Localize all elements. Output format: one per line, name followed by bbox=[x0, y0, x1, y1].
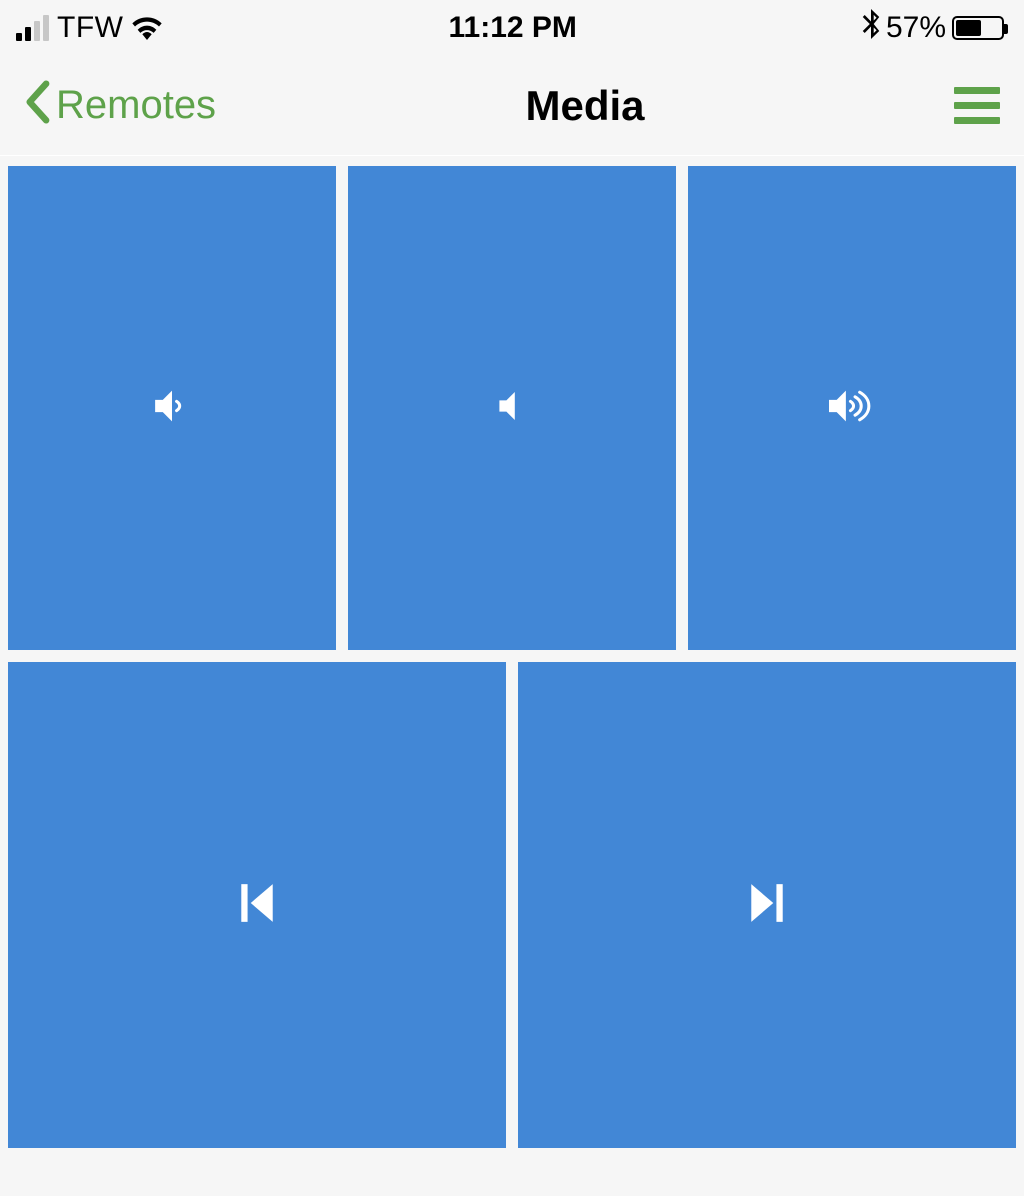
status-bar: TFW 11:12 PM 57% bbox=[0, 0, 1024, 56]
status-left: TFW bbox=[16, 11, 163, 45]
battery-percent-label: 57% bbox=[886, 11, 946, 45]
battery-fill bbox=[956, 20, 981, 36]
page-title: Media bbox=[526, 82, 645, 130]
tile-row-1 bbox=[8, 166, 1016, 650]
battery-icon bbox=[952, 16, 1004, 40]
tile-row-2 bbox=[8, 662, 1016, 1148]
skip-previous-icon bbox=[237, 881, 277, 930]
hamburger-icon bbox=[954, 87, 1000, 94]
skip-next-icon bbox=[747, 881, 787, 930]
volume-low-icon bbox=[149, 383, 195, 434]
volume-down-button[interactable] bbox=[8, 166, 336, 650]
status-time: 11:12 PM bbox=[449, 11, 577, 45]
menu-button[interactable] bbox=[954, 87, 1000, 124]
bluetooth-icon bbox=[862, 9, 880, 47]
volume-up-button[interactable] bbox=[688, 166, 1016, 650]
back-label: Remotes bbox=[56, 83, 216, 128]
volume-mute-icon bbox=[491, 385, 533, 432]
tile-grid bbox=[0, 156, 1024, 1170]
navigation-bar: Remotes Media bbox=[0, 56, 1024, 156]
volume-mute-button[interactable] bbox=[348, 166, 676, 650]
wifi-icon bbox=[131, 16, 163, 40]
back-button[interactable]: Remotes bbox=[24, 80, 216, 132]
previous-track-button[interactable] bbox=[8, 662, 506, 1148]
chevron-left-icon bbox=[24, 80, 50, 132]
cellular-signal-icon bbox=[16, 15, 49, 41]
volume-high-icon bbox=[824, 383, 880, 434]
carrier-label: TFW bbox=[57, 11, 123, 45]
status-right: 57% bbox=[862, 9, 1004, 47]
next-track-button[interactable] bbox=[518, 662, 1016, 1148]
